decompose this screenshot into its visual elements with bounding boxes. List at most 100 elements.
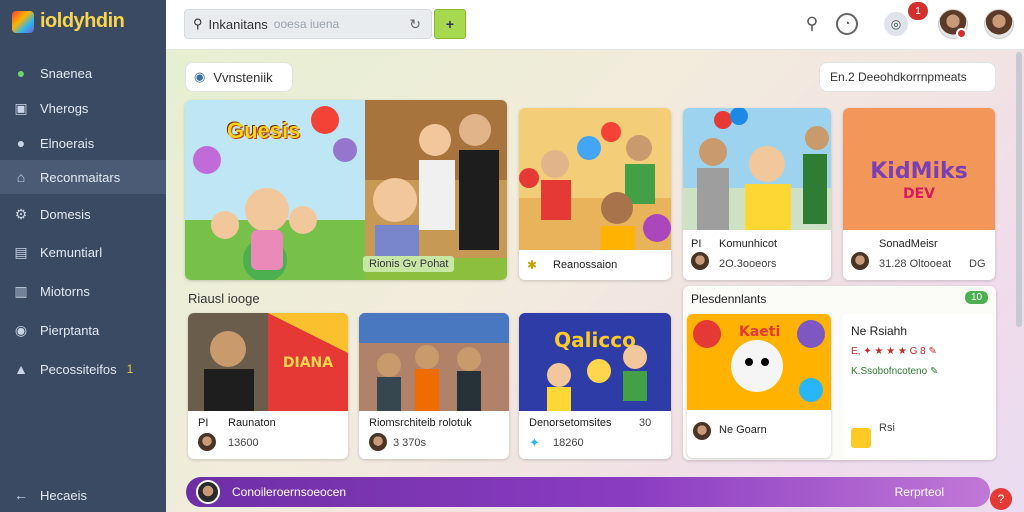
panel-title: Plesdennlants (691, 292, 767, 306)
video-card[interactable]: Riomsrchiteib rolotuk 3 370s (359, 313, 509, 459)
banner-left-text: Conoileroernsoeocen (232, 485, 347, 499)
sidebar-item-label: Elnoerais (40, 135, 95, 151)
card-meta: 3 370s (393, 437, 427, 449)
channel-avatar[interactable] (369, 433, 387, 451)
app-thumbnail-icon (851, 428, 871, 448)
recommendations-panel: Plesdennlants 10 Kaeti Ne Goarn Ne Rsiah… (683, 286, 996, 460)
video-card[interactable]: ✱ Reanossaion (519, 108, 671, 280)
sidebar-item-6[interactable]: ▤ Kemuntiarl (0, 235, 166, 269)
add-button[interactable]: + (434, 9, 466, 39)
svg-text:Kaeti: Kaeti (739, 324, 780, 340)
search-icon: ⚲ (193, 16, 203, 31)
scrollbar[interactable] (1016, 52, 1022, 327)
channel-avatar[interactable] (851, 252, 869, 270)
card-meta-2: DG (969, 258, 986, 270)
status-dot (956, 28, 967, 39)
panel-info-line: K.Ssobofncoteno ✎ (851, 366, 939, 377)
featured-card[interactable]: Guesis Rionis Gv Pohat (185, 100, 507, 280)
sidebar-item-5[interactable]: ⚙ Domesis (0, 197, 166, 231)
svg-text:DEV: DEV (903, 186, 935, 202)
sidebar-item-label: Kemuntiarl (40, 244, 103, 260)
svg-text:DIANA: DIANA (283, 355, 333, 371)
home-icon: ⌂ (16, 169, 26, 185)
card-prefix: PI (198, 417, 209, 429)
card-thumbnail: Kaeti (687, 314, 831, 410)
sidebar: ioldyhdin ● Snaenea ▣ Vherogs ● Elnoerai… (0, 0, 166, 512)
clock-icon[interactable]: ◔ (836, 13, 858, 35)
camera-icon[interactable]: ◎ (884, 12, 908, 36)
sidebar-item-7[interactable]: ▥ Miotorns (0, 274, 166, 308)
sidebar-item-label: Snaenea (40, 65, 93, 81)
logo-mark-icon (12, 10, 34, 33)
sidebar-footer-label: Hecaeis (40, 487, 87, 503)
search-icon[interactable]: ⚲ (798, 10, 826, 38)
svg-text:Qalicco: Qalicco (554, 328, 636, 352)
chart-icon: ▥ (14, 282, 28, 299)
sidebar-item-label: Reconmaitars (40, 169, 121, 185)
sidebar-item-2[interactable]: ▣ Vherogs (0, 91, 166, 125)
card-meta: 31.28 Oltooeat (879, 258, 952, 270)
card-title: SonadMeisr (879, 238, 938, 250)
card-thumbnail: DIANA (188, 313, 348, 411)
window-icon: ▣ (14, 99, 28, 116)
video-card[interactable]: DIANA PI Raunaton 13600 (188, 313, 348, 459)
card-thumbnail: Qalicco (519, 313, 671, 411)
channel-avatar[interactable] (693, 422, 711, 440)
sidebar-item-label: Vherogs (40, 100, 89, 116)
puzzle-icon: ✦ (529, 435, 540, 450)
gear-icon: ⚙ (14, 205, 28, 222)
sidebar-item-9[interactable]: ▲ Pecossiteifos 1 (0, 352, 166, 386)
channel-avatar[interactable] (691, 252, 709, 270)
card-thumbnail: KidMiks DEV (843, 108, 995, 230)
star-icon: ✱ (527, 258, 538, 272)
section-title: Riausl iooge (188, 291, 260, 306)
video-card[interactable]: Kaeti Ne Goarn (687, 314, 831, 458)
palette-icon: ◉ (14, 321, 28, 338)
featured-caption[interactable]: Rionis Gv Pohat (363, 256, 455, 272)
help-button[interactable]: ? (990, 488, 1012, 510)
sidebar-item-8[interactable]: ◉ Pierptanta (0, 313, 166, 347)
sort-pill[interactable]: En.2 Deeohdkorrnpmeats (819, 62, 996, 92)
card-title: Komunhicot (719, 238, 778, 250)
card-meta: 18260 (553, 437, 584, 449)
video-card[interactable]: PI Komunhicot 2O.3ooeors (683, 108, 831, 280)
panel-rating-line: E, ✦ ★ ★ ★ G 8 ✎ (851, 346, 937, 357)
card-meta: 2O.3ooeors (719, 258, 777, 270)
window-icon: ▤ (14, 243, 28, 260)
sidebar-item-3[interactable]: ● Elnoerais (0, 126, 166, 160)
card-title: Raunaton (228, 417, 276, 429)
search-field[interactable]: ⚲ Inkanitans ooesa iuena ↻ (184, 9, 432, 39)
card-title: Riomsrchiteib rolotuk (369, 417, 472, 429)
search-placeholder: ooesa iuena (273, 17, 340, 31)
channel-avatar[interactable] (198, 433, 216, 451)
card-thumbnail (683, 108, 831, 230)
profile-avatar[interactable] (984, 9, 1014, 39)
card-meta: 13600 (228, 437, 259, 449)
svg-text:KidMiks: KidMiks (870, 159, 968, 184)
card-title: Rsi (879, 422, 895, 434)
card-meta-2: 30 (639, 417, 652, 429)
card-thumbnail (519, 108, 671, 250)
filter-label: Vvnsteniik (213, 69, 273, 85)
video-card[interactable]: Qalicco Denorsetomsites 30 ✦ 18260 (519, 313, 671, 459)
video-card[interactable]: KidMiks DEV SonadMeisr 31.28 Oltooeat DG (843, 108, 995, 280)
filter-pill[interactable]: ◉ Vvnsteniik (185, 62, 293, 92)
refresh-icon[interactable]: ↻ (409, 16, 421, 33)
card-prefix: PI (691, 238, 702, 250)
sidebar-item-1[interactable]: ● Snaenea (0, 56, 166, 90)
app-logo[interactable]: ioldyhdin (12, 10, 125, 33)
card-title: Reanossaion (553, 259, 618, 271)
bottom-banner[interactable]: Conoileroernsoeocen Rerprteol (186, 477, 990, 507)
sidebar-item-label: Miotorns (40, 283, 90, 299)
leaf-icon: ● (16, 65, 26, 81)
sidebar-item-4-active[interactable]: ⌂ Reconmaitars (0, 160, 166, 194)
top-bar: ⚲ Inkanitans ooesa iuena ↻ + ⚲ ◔ ◎ 1 (166, 0, 1024, 50)
search-value: Inkanitans (208, 16, 268, 32)
card-title: Denorsetomsites (529, 417, 612, 429)
panel-heading: Ne Rsiahh (851, 324, 908, 338)
app-name: ioldyhdin (40, 10, 125, 32)
panel-details: Ne Rsiahh E, ✦ ★ ★ ★ G 8 ✎ K.Ssobofncote… (843, 314, 993, 458)
sort-label: En.2 Deeohdkorrnpmeats (830, 70, 967, 84)
notification-badge[interactable]: 1 (908, 2, 928, 20)
sidebar-back[interactable]: ← Hecaeis (0, 478, 166, 512)
